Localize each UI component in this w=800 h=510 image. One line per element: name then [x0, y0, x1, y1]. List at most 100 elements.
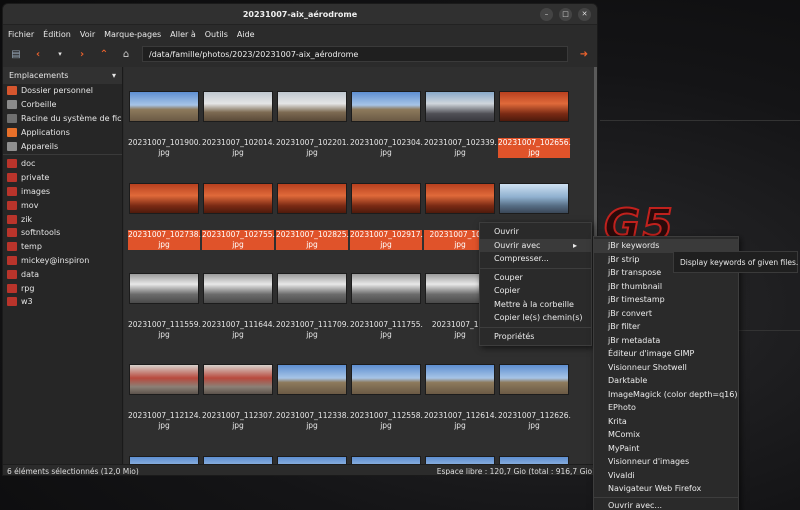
menu-item-ouvrir-avec[interactable]: Ouvrir avec ▸ — [480, 238, 591, 252]
chevron-down-icon[interactable]: ▾ — [112, 71, 116, 80]
thumbnail-image[interactable] — [499, 183, 569, 214]
file-item[interactable] — [276, 456, 348, 464]
sidebar-item-images[interactable]: images — [3, 185, 122, 199]
file-item[interactable]: 20231007_112558. jpg — [350, 364, 423, 431]
open-with-item[interactable]: Darktable — [594, 374, 738, 388]
sidebar-item-applications[interactable]: Applications — [3, 125, 122, 139]
history-dropdown-icon[interactable]: ▾ — [52, 46, 68, 62]
file-item[interactable] — [128, 456, 200, 464]
file-item[interactable] — [202, 456, 274, 464]
open-with-item[interactable]: Vivaldi — [594, 469, 738, 483]
thumbnail-image[interactable] — [203, 456, 273, 464]
sidebar-item-data[interactable]: data — [3, 267, 122, 281]
new-tab-icon[interactable]: ▤ — [8, 46, 24, 62]
file-item[interactable] — [350, 456, 422, 464]
file-item[interactable]: 20231007_102014. jpg — [202, 91, 275, 158]
menu-item-compresser-[interactable]: Compresser... — [480, 252, 591, 266]
sidebar-item-root[interactable]: Racine du système de fic... — [3, 112, 122, 126]
open-with-item[interactable]: jBr filter — [594, 320, 738, 334]
file-item[interactable] — [424, 456, 496, 464]
thumbnail-image[interactable] — [499, 91, 569, 122]
sidebar-item-private[interactable]: private — [3, 171, 122, 185]
thumbnail-image[interactable] — [129, 183, 199, 214]
thumbnail-image[interactable] — [203, 91, 273, 122]
file-item[interactable]: 20231007_102304. jpg — [350, 91, 423, 158]
file-item[interactable]: 20231007_112626. jpg — [498, 364, 571, 431]
thumbnail-image[interactable] — [203, 183, 273, 214]
file-item[interactable]: 20231007_111644. jpg — [202, 273, 275, 340]
open-with-item[interactable]: Visionneur Shotwell — [594, 361, 738, 375]
thumbnail-image[interactable] — [425, 183, 495, 214]
file-item[interactable]: 20231007_111709. jpg — [276, 273, 349, 340]
file-item[interactable]: 20231007_102656. jpg — [498, 91, 571, 158]
file-item[interactable]: 20231007_102825. jpg — [276, 183, 349, 250]
thumbnail-image[interactable] — [277, 364, 347, 395]
thumbnail-image[interactable] — [351, 183, 421, 214]
thumbnail-image[interactable] — [351, 91, 421, 122]
thumbnail-image[interactable] — [351, 273, 421, 304]
menu-item-mettre-la-corbeille[interactable]: Mettre à la corbeille — [480, 298, 591, 312]
file-item[interactable]: 20231007_102339. jpg — [424, 91, 497, 158]
parent-folder-icon[interactable]: ⌃ — [96, 46, 112, 62]
file-item[interactable]: 20231007_112307. jpg — [202, 364, 275, 431]
thumbnail-image[interactable] — [351, 364, 421, 395]
menu-item-copier-le-s-chemin-s-[interactable]: Copier le(s) chemin(s) — [480, 311, 591, 325]
menu-voir[interactable]: Voir — [80, 30, 95, 39]
thumbnail-image[interactable] — [129, 273, 199, 304]
sidebar-item-w3[interactable]: w3 — [3, 295, 122, 309]
menu-aller-a[interactable]: Aller à — [170, 30, 196, 39]
open-with-item[interactable]: jBr timestamp — [594, 293, 738, 307]
close-icon[interactable]: ✕ — [578, 8, 591, 21]
open-with-item[interactable]: MComix — [594, 428, 738, 442]
thumbnail-image[interactable] — [129, 91, 199, 122]
open-with-item[interactable]: jBr convert — [594, 307, 738, 321]
thumbnail-image[interactable] — [277, 183, 347, 214]
sidebar-item-temp[interactable]: temp — [3, 240, 122, 254]
thumbnail-image[interactable] — [499, 456, 569, 464]
file-item[interactable]: 20231007_111755. jpg — [350, 273, 423, 340]
thumbnail-image[interactable] — [277, 91, 347, 122]
thumbnail-image[interactable] — [425, 91, 495, 122]
open-with-item[interactable]: Éditeur d'image GIMP — [594, 347, 738, 361]
minimize-icon[interactable]: – — [540, 8, 553, 21]
menu-item-couper[interactable]: Couper — [480, 271, 591, 285]
home-icon[interactable]: ⌂ — [118, 46, 134, 62]
open-with-item[interactable]: MyPaint — [594, 442, 738, 456]
thumbnail-image[interactable] — [203, 364, 273, 395]
file-item[interactable] — [498, 183, 570, 214]
sidebar-item-home[interactable]: Dossier personnel — [3, 84, 122, 98]
menu-edition[interactable]: Édition — [43, 30, 71, 39]
file-item[interactable]: 20231007_111559. jpg — [128, 273, 201, 340]
menu-aide[interactable]: Aide — [237, 30, 255, 39]
sidebar-item-mickey-inspiron[interactable]: mickey@inspiron — [3, 254, 122, 268]
open-with-item[interactable]: Ouvrir avec... — [594, 499, 738, 510]
open-with-item[interactable]: ImageMagick (color depth=q16) — [594, 388, 738, 402]
thumbnail-image[interactable] — [351, 456, 421, 464]
maximize-icon[interactable]: □ — [559, 8, 572, 21]
sidebar-item-devices[interactable]: Appareils — [3, 139, 122, 153]
thumbnail-image[interactable] — [277, 456, 347, 464]
open-with-item[interactable]: EPhoto — [594, 401, 738, 415]
go-icon[interactable]: ➜ — [576, 46, 592, 62]
file-item[interactable]: 20231007_112614. jpg — [424, 364, 497, 431]
menu-item-propri-t-s[interactable]: Propriétés — [480, 330, 591, 344]
menu-marque-pages[interactable]: Marque-pages — [104, 30, 161, 39]
file-item[interactable]: 20231007_102201. jpg — [276, 91, 349, 158]
open-with-item[interactable]: Visionneur d'images — [594, 455, 738, 469]
sidebar-item-softntools[interactable]: softntools — [3, 226, 122, 240]
sidebar-item-trash[interactable]: Corbeille — [3, 98, 122, 112]
file-item[interactable]: 20231007_112338. jpg — [276, 364, 349, 431]
file-item[interactable]: 20231007_102755. jpg — [202, 183, 275, 250]
path-input[interactable]: /data/famille/photos/2023/20231007-aix_a… — [142, 46, 568, 62]
back-arrow-icon[interactable]: ‹ — [30, 46, 46, 62]
sidebar-item-doc[interactable]: doc — [3, 157, 122, 171]
menu-item-copier[interactable]: Copier — [480, 284, 591, 298]
sidebar-item-rpg[interactable]: rpg — [3, 281, 122, 295]
open-with-item[interactable]: Navigateur Web Firefox — [594, 482, 738, 496]
file-item[interactable]: 20231007_102917. jpg — [350, 183, 423, 250]
forward-arrow-icon[interactable]: › — [74, 46, 90, 62]
thumbnail-image[interactable] — [129, 456, 199, 464]
thumbnail-image[interactable] — [203, 273, 273, 304]
file-item[interactable] — [498, 456, 570, 464]
thumbnail-image[interactable] — [277, 273, 347, 304]
